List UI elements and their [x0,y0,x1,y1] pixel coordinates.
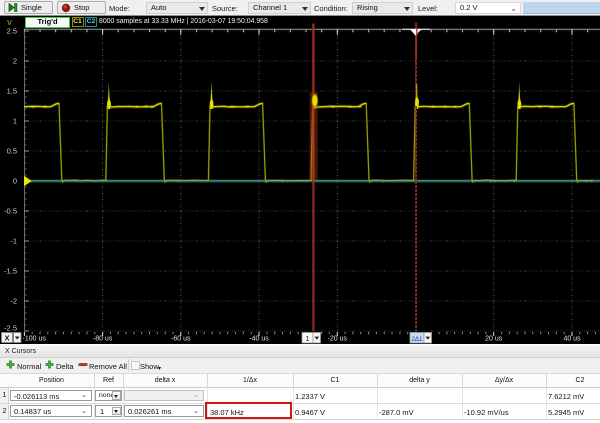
svg-text:-20 us: -20 us [328,336,348,343]
svg-text:0.5: 0.5 [7,147,17,156]
svg-text:0: 0 [13,177,17,186]
svg-text:-1: -1 [10,237,17,246]
svg-text:-100 us: -100 us [23,336,47,343]
svg-text:-80 us: -80 us [93,336,113,343]
svg-text:-60 us: -60 us [171,336,191,343]
svg-text:40 us: 40 us [563,336,581,343]
svg-text:1.5: 1.5 [7,87,17,96]
svg-text:-40 us: -40 us [249,336,269,343]
svg-text:-2: -2 [10,297,17,306]
svg-text:-1.5: -1.5 [4,267,17,276]
svg-text:2: 2 [13,57,17,66]
svg-text:1: 1 [13,117,17,126]
svg-text:-0.5: -0.5 [4,207,17,216]
svg-text:1: 1 [306,336,310,343]
svg-text:-2.5: -2.5 [4,324,17,333]
svg-text:2Δ1: 2Δ1 [411,336,423,343]
svg-text:20 us: 20 us [485,336,503,343]
svg-text:X: X [4,334,9,343]
svg-text:2.5: 2.5 [7,27,17,36]
